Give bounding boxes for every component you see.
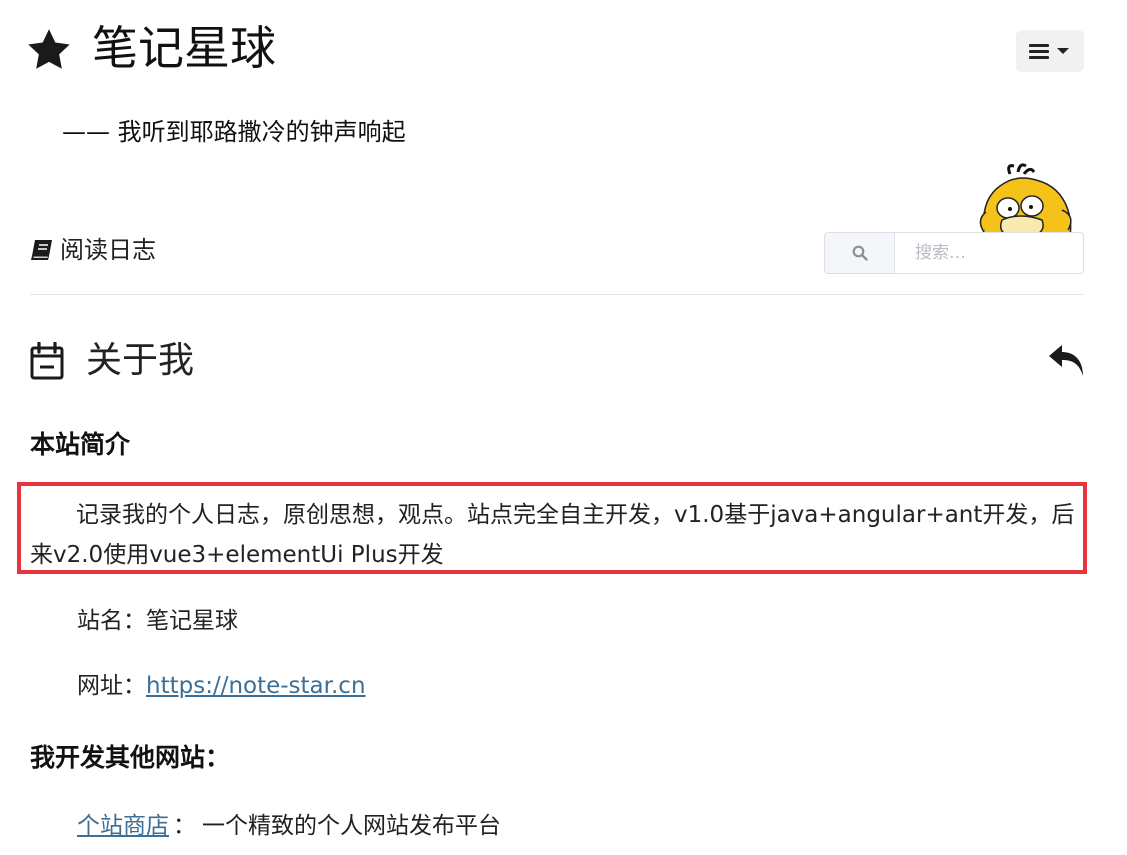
caret-down-icon [1057, 48, 1069, 54]
other-site-row: 个站商店：一个精致的个人网站发布平台 [77, 809, 501, 843]
book-icon [31, 240, 52, 260]
other-site-link[interactable]: 个站商店 [77, 813, 169, 839]
search-box [824, 232, 1084, 274]
site-tagline: —— 我听到耶路撒冷的钟声响起 [62, 118, 406, 146]
star-icon [28, 29, 70, 69]
intro-heading: 本站简介 [30, 430, 131, 459]
menu-dropdown-button[interactable] [1016, 30, 1084, 72]
bars-icon [1029, 44, 1049, 59]
header-divider [30, 294, 1084, 295]
site-title[interactable]: 笔记星球 [92, 16, 276, 80]
site-name-label: 站名： [77, 608, 146, 634]
page-title: 关于我 [86, 340, 195, 381]
reply-icon[interactable] [1046, 342, 1086, 378]
search-icon [852, 245, 868, 261]
search-button[interactable] [825, 233, 895, 273]
site-url-row: 网址：https://note-star.cn [77, 669, 366, 703]
site-url-label: 网址： [77, 673, 146, 699]
calendar-icon [30, 342, 64, 380]
site-name-row: 站名：笔记星球 [77, 604, 238, 638]
search-input[interactable] [895, 233, 1083, 273]
site-name-value: 笔记星球 [146, 608, 238, 634]
nav-reading-log[interactable]: 阅读日志 [30, 232, 156, 268]
other-sites-heading: 我开发其他网站： [30, 743, 231, 772]
site-url-link[interactable]: https://note-star.cn [146, 673, 366, 699]
mascot-image [979, 163, 1072, 235]
other-site-description: 一个精致的个人网站发布平台 [202, 813, 501, 839]
intro-paragraph: 记录我的个人日志，原创思想，观点。站点完全自主开发，v1.0基于java+ang… [30, 502, 1075, 568]
other-site-separator: ： [173, 813, 196, 839]
nav-reading-log-label: 阅读日志 [60, 236, 156, 264]
